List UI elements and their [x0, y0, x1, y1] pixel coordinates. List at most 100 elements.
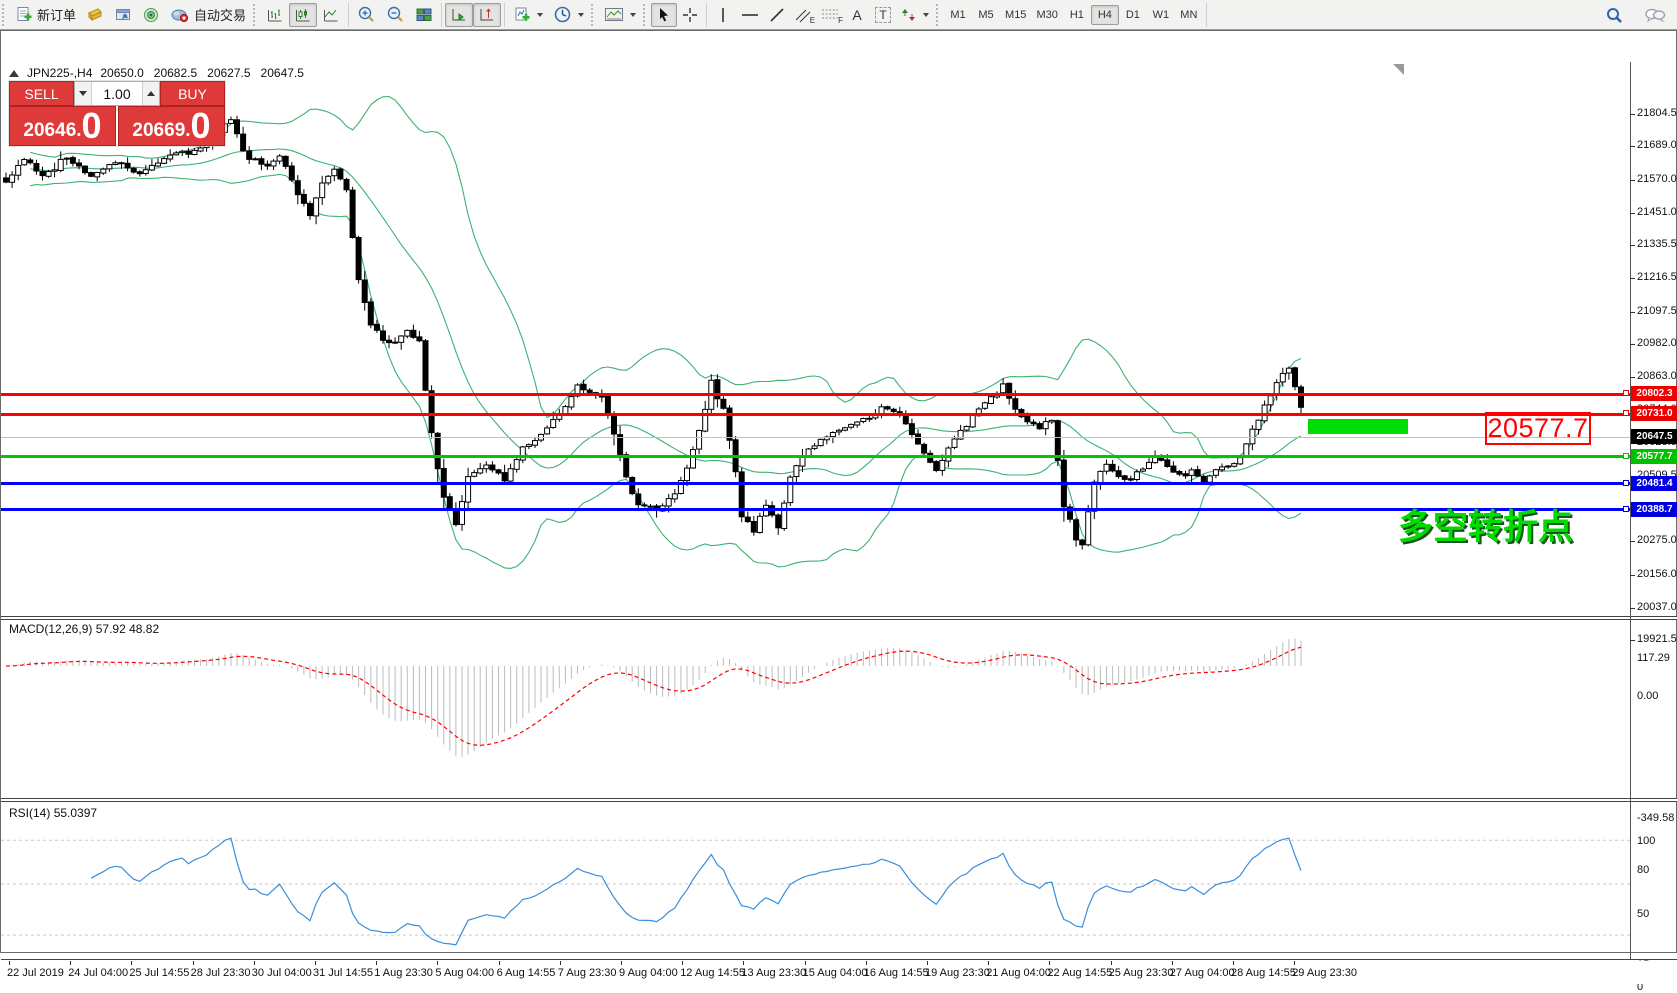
- price-tick-label: 21097.5: [1637, 305, 1677, 317]
- timeframe-button-m5[interactable]: M5: [972, 5, 1000, 25]
- rsi-axis-label: 50: [1637, 908, 1649, 920]
- search-button[interactable]: [1600, 3, 1629, 27]
- fibonacci-tool-button[interactable]: F: [816, 3, 844, 27]
- toolbar-drag-handle[interactable]: [936, 4, 942, 26]
- text-label-icon: T: [875, 7, 890, 23]
- support-highlight-rectangle[interactable]: [1308, 419, 1408, 434]
- ohlc-open: 20650.0: [100, 66, 143, 80]
- arrows-tool-button[interactable]: [896, 3, 934, 27]
- price-tick-mark: [1630, 541, 1635, 542]
- toolbar-drag-handle[interactable]: [2, 4, 8, 26]
- macd-values: 57.92 48.82: [96, 622, 159, 636]
- vertical-line-tool-button[interactable]: [710, 3, 736, 27]
- periods-button[interactable]: [548, 3, 589, 27]
- time-axis-label: 22 Aug 14:55: [1047, 967, 1112, 979]
- candlestick-chart[interactable]: [1, 62, 1630, 618]
- timeframe-button-d1[interactable]: D1: [1119, 5, 1147, 25]
- price-tick-mark: [1630, 146, 1635, 147]
- rsi-panel-chart[interactable]: [1, 803, 1630, 959]
- ohlc-high: 20682.5: [154, 66, 197, 80]
- time-axis-label: 25 Aug 23:30: [1109, 967, 1174, 979]
- cursor-tool-button[interactable]: [651, 3, 677, 27]
- price-tick-label: 21804.5: [1637, 107, 1677, 119]
- level-anchor-knot: [1623, 506, 1629, 512]
- ohlc-low: 20627.5: [207, 66, 250, 80]
- indicators-dropdown-arrow: [537, 13, 543, 17]
- zoom-out-button[interactable]: [381, 3, 410, 27]
- macd-name: MACD(12,26,9): [9, 622, 92, 636]
- buy-price-main: 20669: [132, 121, 185, 142]
- autoscroll-icon: [450, 6, 468, 24]
- autotrading-icon: [170, 6, 190, 24]
- time-axis-label: 22 Jul 2019: [7, 967, 64, 979]
- buy-button[interactable]: BUY: [160, 81, 225, 106]
- trendline-tool-button[interactable]: [764, 3, 790, 27]
- time-axis-separator: [1, 959, 1677, 960]
- sell-price-display[interactable]: 20646.0: [9, 106, 116, 146]
- channel-tool-button[interactable]: E: [790, 3, 816, 27]
- indicators-button[interactable]: [508, 3, 548, 27]
- autoscroll-button[interactable]: [445, 3, 473, 27]
- timeframe-button-m30[interactable]: M30: [1031, 5, 1062, 25]
- horizontal-level-line[interactable]: [1, 393, 1630, 396]
- bar-chart-button[interactable]: [261, 3, 289, 27]
- zoom-in-button[interactable]: [352, 3, 381, 27]
- chart-shift-marker[interactable]: [1393, 64, 1404, 75]
- tile-windows-button[interactable]: [410, 3, 438, 27]
- chat-button[interactable]: [1639, 3, 1671, 27]
- toolbar-drag-handle[interactable]: [591, 4, 597, 26]
- macd-panel-chart[interactable]: [1, 621, 1630, 799]
- horizontal-line-tool-button[interactable]: [736, 3, 764, 27]
- price-tag-20481.4: 20481.4: [1631, 476, 1677, 491]
- level-anchor-knot: [1623, 410, 1629, 416]
- volume-decrease-button[interactable]: [75, 82, 92, 105]
- timeframe-button-w1[interactable]: W1: [1147, 5, 1175, 25]
- time-tick-mark: [1111, 961, 1112, 965]
- candlestick-chart-button[interactable]: [289, 3, 317, 27]
- new-order-button[interactable]: 新订单: [10, 3, 81, 27]
- templates-button[interactable]: [599, 3, 641, 27]
- crosshair-tool-button[interactable]: [677, 3, 703, 27]
- timeframe-button-mn[interactable]: MN: [1175, 5, 1203, 25]
- toolbar-drag-handle[interactable]: [253, 4, 259, 26]
- horizontal-level-line[interactable]: [1, 508, 1630, 511]
- text-label-tool-button[interactable]: T: [870, 3, 896, 27]
- collapse-objects-icon[interactable]: [9, 70, 19, 77]
- price-tag-20647.5: 20647.5: [1631, 429, 1677, 444]
- time-axis-label: 19 Aug 23:30: [925, 967, 990, 979]
- time-axis-label: 1 Aug 23:30: [374, 967, 433, 979]
- data-window-button[interactable]: [109, 3, 137, 27]
- time-axis[interactable]: 22 Jul 201924 Jul 04:0025 Jul 14:5528 Ju…: [1, 961, 1677, 984]
- sell-button[interactable]: SELL: [9, 81, 74, 106]
- one-click-trading-panel: SELL BUY 20646.0 20669.0: [9, 81, 225, 146]
- timeframe-button-h4[interactable]: H4: [1091, 5, 1119, 25]
- timeframe-button-m15[interactable]: M15: [1000, 5, 1031, 25]
- time-tick-mark: [315, 961, 316, 965]
- chart-shift-button[interactable]: [473, 3, 501, 27]
- sound-alert-button[interactable]: [137, 3, 165, 27]
- current-price-line: [1, 437, 1630, 438]
- horizontal-level-line[interactable]: [1, 455, 1630, 458]
- level-price-label[interactable]: 20577.7: [1485, 412, 1591, 445]
- mt4-application: 新订单 自动交易: [0, 0, 1677, 953]
- horizontal-level-line[interactable]: [1, 482, 1630, 485]
- timeframe-button-h1[interactable]: H1: [1063, 5, 1091, 25]
- macd-panel-separator[interactable]: [1, 616, 1677, 620]
- price-tick-label: 21689.0: [1637, 139, 1677, 151]
- rsi-panel-separator[interactable]: [1, 798, 1677, 802]
- fibonacci-letter: F: [838, 17, 843, 25]
- price-tick-label: 19921.5: [1637, 633, 1677, 645]
- volume-input[interactable]: [92, 82, 142, 105]
- market-watch-button[interactable]: [81, 3, 109, 27]
- line-chart-button[interactable]: [317, 3, 345, 27]
- volume-increase-button[interactable]: [142, 82, 159, 105]
- price-tick-mark: [1630, 312, 1635, 313]
- autotrading-button[interactable]: 自动交易: [165, 3, 251, 27]
- horizontal-level-line[interactable]: [1, 413, 1630, 416]
- time-axis-label: 15 Aug 04:00: [803, 967, 868, 979]
- timeframe-button-m1[interactable]: M1: [944, 5, 972, 25]
- buy-price-display[interactable]: 20669.0: [118, 106, 225, 146]
- text-tool-button[interactable]: A: [844, 3, 870, 27]
- toolbar-drag-handle[interactable]: [643, 4, 649, 26]
- turning-point-annotation[interactable]: 多空转折点: [1398, 499, 1573, 550]
